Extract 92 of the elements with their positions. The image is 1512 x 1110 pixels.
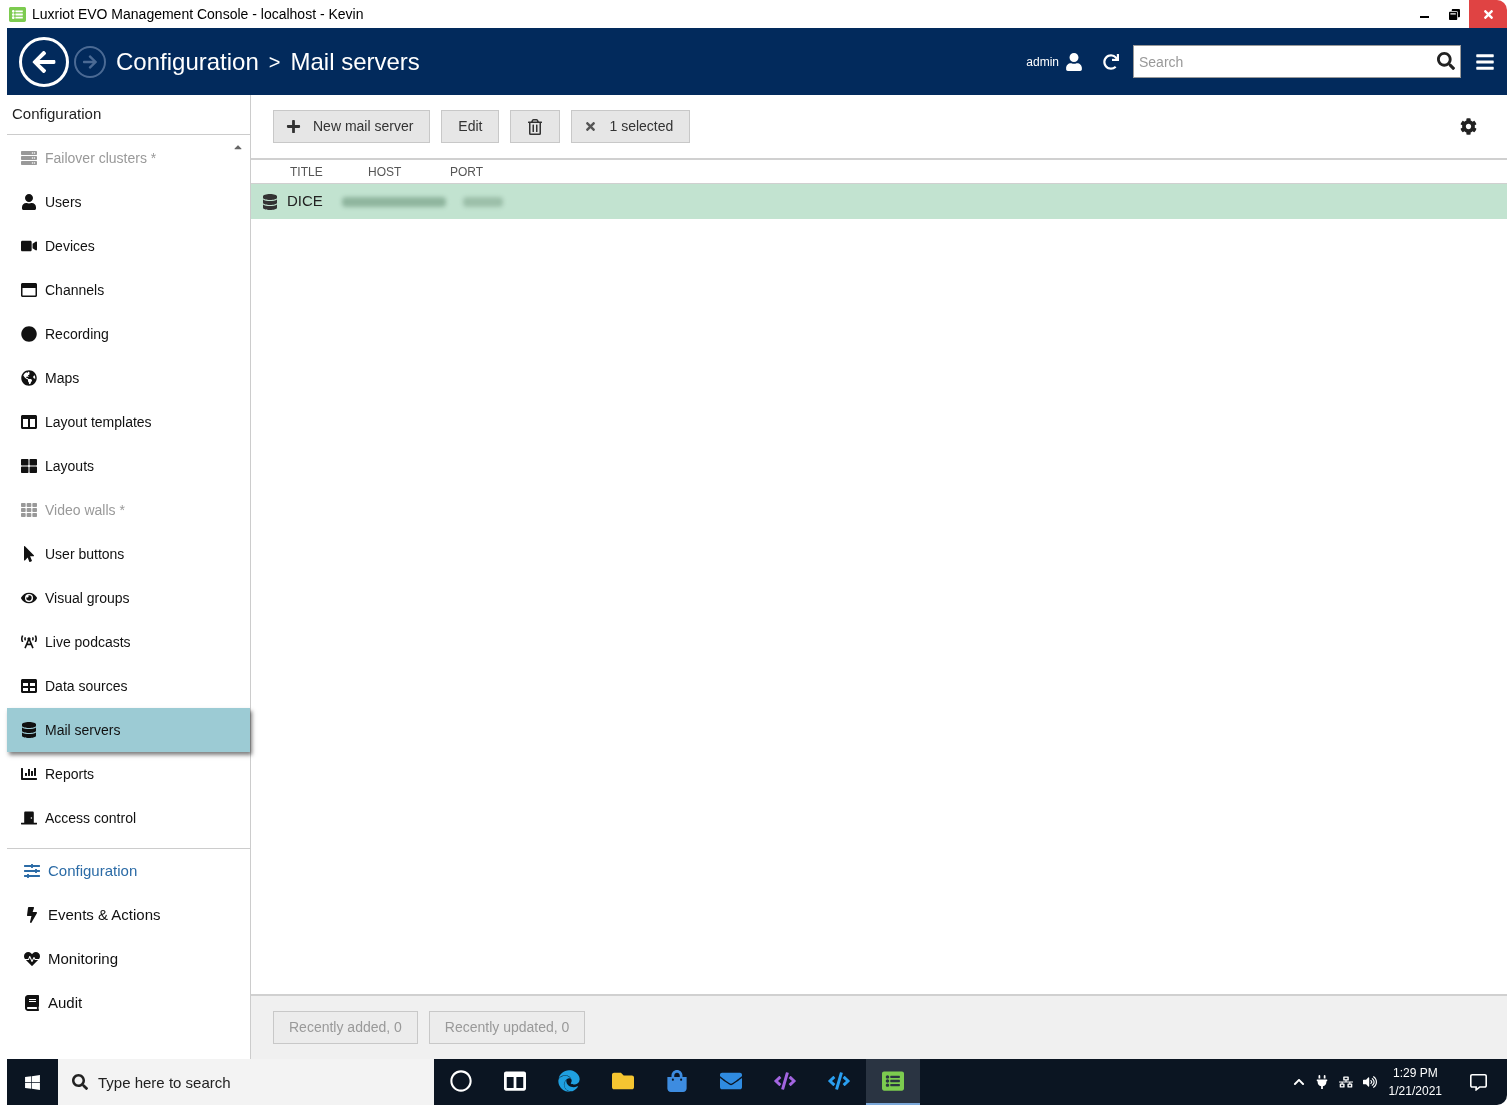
window-title: Luxriot EVO Management Console - localhost - Kevin: [32, 4, 364, 24]
sidebar-item-icon: [21, 194, 37, 210]
breadcrumb-separator: >: [268, 49, 281, 75]
sidebar-item[interactable]: Visual groups: [7, 576, 250, 620]
column-header[interactable]: HOST: [368, 162, 428, 181]
restore-icon: [1448, 8, 1460, 20]
sidebar-item[interactable]: Recording: [7, 312, 250, 356]
sidebar-item-icon: [21, 722, 37, 738]
section-icon: [24, 951, 40, 967]
sidebar-item-icon: [21, 458, 37, 474]
section-icon: [24, 863, 40, 879]
forward-button[interactable]: [74, 45, 106, 78]
table-row[interactable]: DICE: [251, 184, 1507, 219]
app-icon: [504, 1070, 526, 1092]
sidebar-item[interactable]: Data sources: [7, 664, 250, 708]
minimize-icon: [1419, 16, 1429, 18]
app-icon: [558, 1070, 580, 1092]
column-settings-icon[interactable]: [1460, 118, 1477, 135]
section-item[interactable]: Monitoring: [7, 937, 250, 981]
close-button[interactable]: [1469, 0, 1507, 28]
sidebar-item[interactable]: Access control: [7, 796, 250, 840]
new-button[interactable]: New mail server: [273, 110, 431, 143]
app-icon: [720, 1070, 742, 1092]
arrow-left-icon: [31, 48, 57, 75]
app-icon: [882, 1070, 904, 1092]
refresh-icon[interactable]: [1103, 53, 1119, 70]
search-icon: [72, 1074, 88, 1090]
sidebar-item-icon: [21, 590, 37, 606]
plus-icon: [286, 119, 301, 134]
clock-time[interactable]: 1:29 PM: [1392, 1064, 1438, 1082]
sidebar-item[interactable]: Channels: [7, 268, 250, 312]
back-button[interactable]: [19, 36, 69, 87]
app-icon: [828, 1070, 850, 1092]
app-icon: [612, 1070, 634, 1092]
notification-icon[interactable]: [1470, 1073, 1487, 1091]
edit-button[interactable]: Edit: [441, 110, 500, 143]
search-field[interactable]: Search: [1133, 45, 1461, 78]
sidebar-item[interactable]: Reports: [7, 752, 250, 796]
delete-button[interactable]: [510, 110, 561, 143]
sidebar-item[interactable]: Mail servers: [7, 708, 250, 752]
server-icon: [262, 193, 278, 210]
user-icon[interactable]: [1065, 52, 1083, 71]
table-cell-text: DICE: [287, 191, 323, 212]
sidebar-item-icon: [21, 326, 37, 342]
app-icon: [774, 1070, 796, 1092]
section-item[interactable]: Events & Actions: [7, 893, 250, 937]
sidebar-item-icon: [21, 238, 37, 254]
sidebar-item[interactable]: Live podcasts: [7, 620, 250, 664]
section-item[interactable]: Audit: [7, 981, 250, 1025]
sidebar-item-icon: [21, 414, 37, 430]
sidebar-item-icon: [21, 810, 37, 826]
start-icon[interactable]: [24, 1073, 41, 1091]
section-item[interactable]: Configuration: [7, 849, 250, 893]
sidebar-item[interactable]: Layout templates: [7, 400, 250, 444]
search-icon[interactable]: [1437, 52, 1455, 70]
sidebar-item[interactable]: Devices: [7, 224, 250, 268]
close-icon: [1481, 7, 1495, 21]
close-icon: [584, 120, 598, 133]
sidebar-item[interactable]: Layouts: [7, 444, 250, 488]
chevron-up-icon[interactable]: [1292, 1076, 1305, 1088]
column-header[interactable]: PORT: [450, 162, 510, 181]
user-name: admin: [1026, 53, 1059, 71]
blurred-redaction: [462, 196, 503, 207]
sidebar-item-icon: [21, 370, 37, 386]
breadcrumb-item: Mail servers: [290, 46, 420, 77]
taskbar-search-field[interactable]: Type here to search: [58, 1059, 434, 1105]
section-icon: [24, 907, 40, 923]
sidebar-item-icon: [21, 150, 37, 166]
arrow-right-icon: [82, 53, 98, 70]
sidebar-item[interactable]: Maps: [7, 356, 250, 400]
sidebar-item-icon: [21, 502, 37, 518]
sidebar-item[interactable]: User buttons: [7, 532, 250, 576]
app-icon: [9, 5, 26, 23]
sidebar-item[interactable]: Users: [7, 180, 250, 224]
clock-date[interactable]: 1/21/2021: [1388, 1082, 1442, 1100]
app-icon: [450, 1070, 472, 1092]
breadcrumb-item[interactable]: Configuration: [116, 43, 259, 80]
clear-selection-button[interactable]: 1 selected: [571, 110, 691, 143]
sidebar-item-icon: [21, 766, 37, 782]
network-icon[interactable]: [1338, 1075, 1353, 1089]
sidebar-heading: Configuration: [12, 104, 102, 125]
sidebar-item-icon: [21, 678, 37, 694]
taskbar-app[interactable]: [866, 1059, 920, 1105]
sidebar-item-icon: [21, 634, 37, 650]
app-icon: [666, 1070, 688, 1092]
column-header[interactable]: TITLE: [290, 162, 346, 181]
sidebar-item-icon: [21, 546, 37, 562]
trash-icon: [527, 118, 544, 135]
volume-icon[interactable]: [1362, 1075, 1377, 1089]
sidebar-item-icon: [21, 282, 37, 298]
section-icon: [24, 995, 40, 1011]
menu-icon[interactable]: [1475, 51, 1495, 72]
